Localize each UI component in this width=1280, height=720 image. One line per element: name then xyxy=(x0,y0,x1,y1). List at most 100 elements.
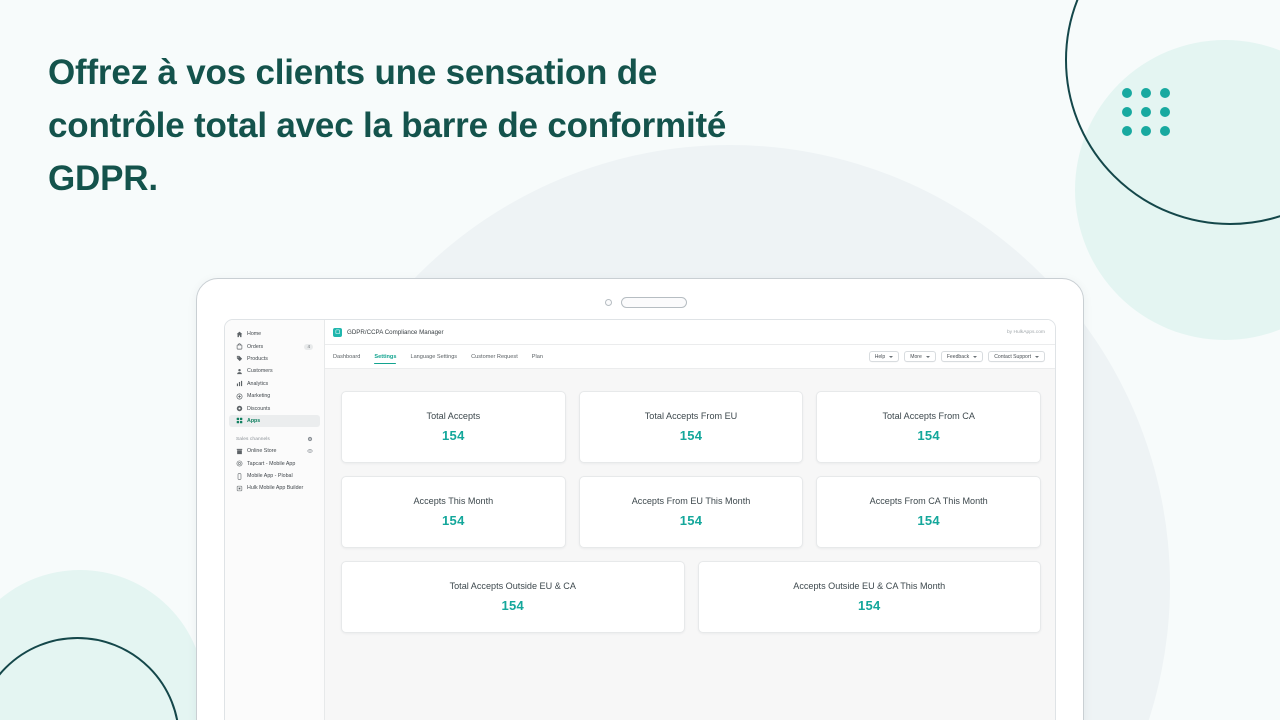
stat-card-accepts-from-ca-this-month[interactable]: Accepts From CA This Month 154 xyxy=(816,476,1042,548)
stat-cards-row: Accepts This Month 154 Accepts From EU T… xyxy=(341,476,1042,548)
sidebar-item-analytics[interactable]: Analytics xyxy=(229,378,320,390)
grid-dot xyxy=(1122,126,1132,136)
stat-card-label: Accepts From EU This Month xyxy=(631,496,751,506)
sidebar-item-label: Online Store xyxy=(247,448,277,455)
stat-card-accepts-outside-eu-ca-this-month[interactable]: Accepts Outside EU & CA This Month 154 xyxy=(697,561,1041,633)
contact-support-button[interactable]: Contact Support xyxy=(988,351,1045,362)
tablet-screen: Home Orders 4 Products Customers Analyti… xyxy=(224,319,1056,720)
grid-dot xyxy=(1141,107,1151,117)
stat-card-total-accepts[interactable]: Total Accepts 154 xyxy=(341,391,566,463)
stat-card-total-accepts-outside-eu-ca[interactable]: Total Accepts Outside EU & CA 154 xyxy=(341,561,685,633)
products-tag-icon xyxy=(236,355,243,362)
tab-settings[interactable]: Settings xyxy=(374,345,397,368)
sidebar-item-orders[interactable]: Orders 4 xyxy=(229,340,320,352)
outline-ring-top-right xyxy=(1065,0,1280,225)
stat-card-accepts-this-month[interactable]: Accepts This Month 154 xyxy=(341,476,566,548)
sidebar-item-marketing[interactable]: Marketing xyxy=(229,390,320,402)
stat-card-value: 154 xyxy=(679,428,703,443)
stat-card-label: Total Accepts Outside EU & CA xyxy=(449,581,576,591)
analytics-bars-icon xyxy=(236,380,243,387)
sidebar-item-home[interactable]: Home xyxy=(229,328,320,340)
sidebar-item-label: Marketing xyxy=(247,393,271,400)
tab-language-settings[interactable]: Language Settings xyxy=(410,345,457,368)
stat-card-label: Total Accepts From EU xyxy=(644,411,738,421)
sidebar-item-apps[interactable]: Apps xyxy=(229,414,320,428)
orders-bag-icon xyxy=(236,343,243,350)
more-button[interactable]: More xyxy=(904,351,936,362)
slide-canvas: Offrez à vos clients une sensation de co… xyxy=(0,0,1280,720)
stat-card-value: 154 xyxy=(442,513,465,528)
help-button[interactable]: Help xyxy=(868,351,900,362)
stat-card-value: 154 xyxy=(679,513,703,528)
stat-cards-row: Total Accepts Outside EU & CA 154 Accept… xyxy=(341,561,1041,633)
sidebar-item-hulk-mobile-app-builder[interactable]: Hulk Mobile App Builder xyxy=(229,482,320,494)
shopify-admin-sidebar[interactable]: Home Orders 4 Products Customers Analyti… xyxy=(225,320,325,720)
mint-circle-bottom-left xyxy=(0,570,205,720)
chevron-down-icon xyxy=(925,355,930,358)
gear-icon[interactable] xyxy=(307,436,313,442)
stat-card-total-accepts-from-eu[interactable]: Total Accepts From EU 154 xyxy=(578,391,804,463)
chevron-down-icon xyxy=(889,355,894,358)
stat-cards-row: Total Accepts 154 Total Accepts From EU … xyxy=(341,391,1042,463)
orders-count-badge: 4 xyxy=(304,343,313,350)
tab-dashboard[interactable]: Dashboard xyxy=(333,345,360,368)
sidebar-item-online-store[interactable]: Online Store xyxy=(229,445,320,457)
customers-person-icon xyxy=(236,368,243,375)
stat-card-value: 154 xyxy=(442,428,465,443)
stat-card-total-accepts-from-ca[interactable]: Total Accepts From CA 154 xyxy=(816,391,1042,463)
grid-dot xyxy=(1160,88,1170,98)
app-content-region: GDPR/CCPA Compliance Manager by HulkApps… xyxy=(325,320,1055,720)
help-button-label: Help xyxy=(874,353,886,360)
grid-dot xyxy=(1141,126,1151,136)
vendor-byline: by HulkApps.com xyxy=(1006,329,1045,335)
tablet-speaker-grille xyxy=(621,297,687,308)
feedback-button[interactable]: Feedback xyxy=(940,351,984,362)
app-title: GDPR/CCPA Compliance Manager xyxy=(347,328,444,336)
stat-card-value: 154 xyxy=(917,513,940,528)
tab-plan[interactable]: Plan xyxy=(532,345,543,368)
sidebar-item-tapcart-mobile-app[interactable]: Tapcart - Mobile App xyxy=(229,458,320,470)
sidebar-item-label: Discounts xyxy=(247,405,271,412)
feedback-button-label: Feedback xyxy=(946,353,970,360)
more-button-label: More xyxy=(910,353,922,360)
chevron-down-icon xyxy=(973,355,978,358)
marketing-headline: Offrez à vos clients une sensation de co… xyxy=(48,53,727,198)
stat-card-value: 154 xyxy=(857,598,881,613)
grid-dot xyxy=(1160,107,1170,117)
home-icon xyxy=(236,331,243,338)
stat-card-label: Accepts This Month xyxy=(413,496,494,506)
mobile-app-icon xyxy=(236,473,243,480)
grid-dot xyxy=(1160,126,1170,136)
tablet-camera-icon xyxy=(605,299,612,306)
grid-dot xyxy=(1122,88,1132,98)
sidebar-item-label: Home xyxy=(247,331,262,338)
stat-card-accepts-from-eu-this-month[interactable]: Accepts From EU This Month 154 xyxy=(578,476,804,548)
eye-icon[interactable] xyxy=(307,448,313,454)
sidebar-item-label: Tapcart - Mobile App xyxy=(247,460,296,467)
tapcart-icon xyxy=(236,460,243,467)
sidebar-item-products[interactable]: Products xyxy=(229,353,320,365)
stat-card-label: Accepts Outside EU & CA This Month xyxy=(793,581,946,591)
grid-dot xyxy=(1141,88,1151,98)
tab-customer-request[interactable]: Customer Request xyxy=(471,345,518,368)
marketing-megaphone-icon xyxy=(236,393,243,400)
sidebar-item-label: Mobile App - Plobal xyxy=(247,473,293,480)
sidebar-item-mobile-app-plobal[interactable]: Mobile App - Plobal xyxy=(229,470,320,482)
stat-card-value: 154 xyxy=(501,598,525,613)
app-topbar: GDPR/CCPA Compliance Manager by HulkApps… xyxy=(325,320,1055,345)
sidebar-item-label: Apps xyxy=(247,417,261,424)
sidebar-item-label: Products xyxy=(247,355,268,362)
stat-card-label: Accepts From CA This Month xyxy=(869,496,988,506)
sidebar-item-customers[interactable]: Customers xyxy=(229,365,320,377)
gdpr-app-logo-icon xyxy=(333,327,342,337)
grid-dot xyxy=(1122,107,1132,117)
chevron-down-icon xyxy=(1035,355,1039,358)
mint-circle-top-right xyxy=(1075,40,1280,340)
sidebar-item-label: Orders xyxy=(247,343,264,350)
store-icon xyxy=(236,448,243,455)
outline-ring-bottom-left xyxy=(0,637,180,720)
hulk-app-icon xyxy=(236,485,243,492)
sidebar-item-discounts[interactable]: Discounts xyxy=(229,402,320,414)
dot-grid-icon xyxy=(1122,88,1170,136)
sidebar-item-label: Hulk Mobile App Builder xyxy=(247,485,304,492)
